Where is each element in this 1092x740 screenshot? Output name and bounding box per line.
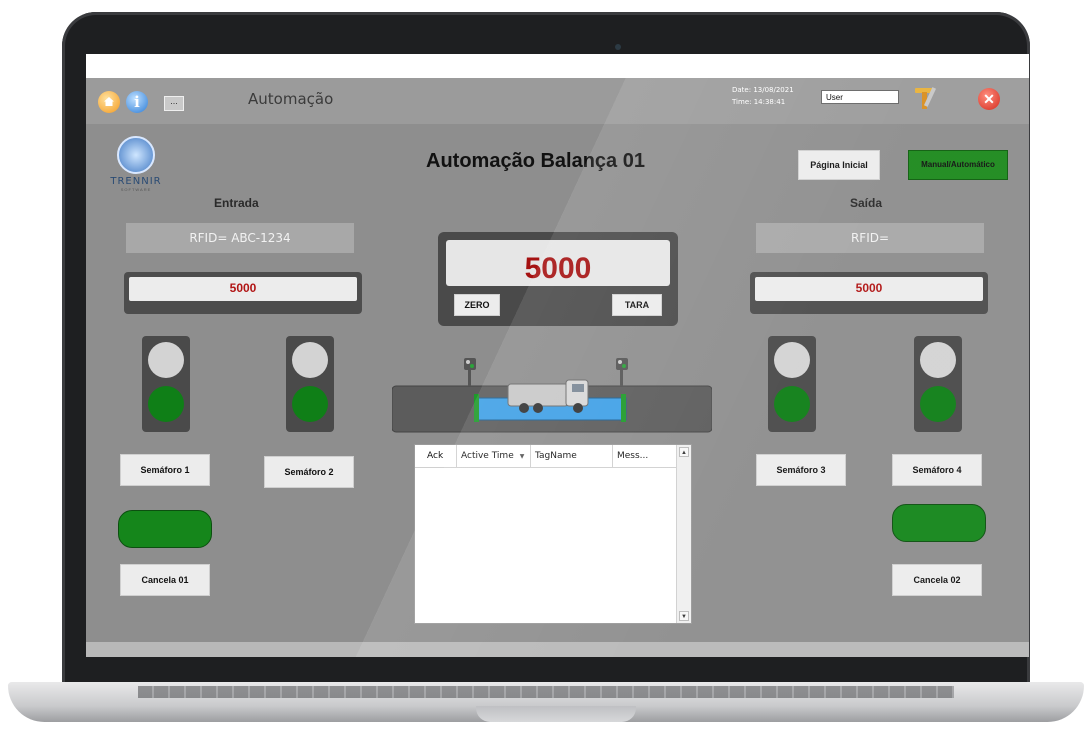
alarm-scrollbar[interactable]: ▲ ▼	[676, 445, 691, 623]
scroll-down-icon[interactable]: ▼	[679, 611, 689, 621]
light-off	[148, 342, 184, 378]
entrada-weight-value: 5000	[129, 277, 357, 301]
truck-scale-scene	[392, 358, 712, 433]
camera	[615, 44, 621, 50]
semaforo-2-button[interactable]: Semáforo 2	[264, 456, 354, 488]
light-off	[292, 342, 328, 378]
alarm-table[interactable]: Ack Active Time ▼ TagName Mess... ▲ ▼	[414, 444, 692, 624]
page-title: Automação Balança 01	[426, 150, 645, 172]
saida-title: Saída	[850, 196, 883, 210]
saida-weight-value: 5000	[755, 277, 983, 301]
entrada-weight-display: 5000	[124, 272, 362, 314]
logo: TRENNIR SOFTWARE	[104, 136, 168, 196]
semaforo-4-button[interactable]: Semáforo 4	[892, 454, 982, 486]
semaforo-3-button[interactable]: Semáforo 3	[756, 454, 846, 486]
column-active-time[interactable]: Active Time ▼	[457, 445, 531, 467]
cancela-02-indicator	[892, 504, 986, 542]
semaforo-1-light	[142, 336, 190, 432]
column-tagname[interactable]: TagName	[531, 445, 613, 467]
tara-button[interactable]: TARA	[612, 294, 662, 316]
light-green	[292, 386, 328, 422]
scale-weight-value: 5000	[446, 240, 670, 286]
cancela-01-button[interactable]: Cancela 01	[120, 564, 210, 596]
saida-rfid: RFID=	[756, 223, 984, 253]
laptop-notch	[476, 706, 636, 722]
time-label: Time: 14:38:41	[732, 98, 786, 106]
cancela-01-indicator	[118, 510, 212, 548]
sort-icon[interactable]: ▼	[520, 453, 525, 460]
home-page-button[interactable]: Página Inicial	[798, 150, 880, 180]
saida-weight-display: 5000	[750, 272, 988, 314]
close-icon[interactable]: ✕	[978, 88, 1000, 110]
semaforo-1-button[interactable]: Semáforo 1	[120, 454, 210, 486]
more-button[interactable]: ...	[164, 96, 184, 111]
footer-bar	[86, 642, 1029, 657]
column-ack[interactable]: Ack	[415, 445, 457, 467]
screen: i ... Automação Date: 13/08/2021 Time: 1…	[86, 54, 1029, 657]
laptop-keyboard-edge	[138, 686, 954, 698]
alarm-table-header: Ack Active Time ▼ TagName Mess...	[415, 445, 677, 468]
logo-subtext: SOFTWARE	[120, 187, 152, 192]
column-active-time-label: Active Time	[461, 451, 514, 461]
semaforo-3-light	[768, 336, 816, 432]
light-green	[148, 386, 184, 422]
zero-button[interactable]: ZERO	[454, 294, 500, 316]
entrada-rfid: RFID= ABC-1234	[126, 223, 354, 253]
entrada-title: Entrada	[214, 196, 259, 210]
semaforo-2-light	[286, 336, 334, 432]
column-message[interactable]: Mess...	[613, 445, 677, 467]
light-green	[920, 386, 956, 422]
light-off	[774, 342, 810, 378]
date-label: Date: 13/08/2021	[732, 86, 794, 94]
light-off	[920, 342, 956, 378]
semaforo-4-light	[914, 336, 962, 432]
mode-toggle-button[interactable]: Manual/Automático	[908, 150, 1008, 180]
light-green	[774, 386, 810, 422]
info-icon[interactable]: i	[126, 91, 148, 113]
tools-icon[interactable]	[912, 84, 938, 112]
logo-text: TRENNIR	[110, 176, 162, 187]
scale-signal-right	[616, 358, 628, 386]
cancela-02-button[interactable]: Cancela 02	[892, 564, 982, 596]
app-title: Automação	[248, 90, 334, 108]
scale-signal-left	[464, 358, 476, 386]
scroll-up-icon[interactable]: ▲	[679, 447, 689, 457]
user-field[interactable]: User	[821, 90, 899, 104]
logo-emblem	[117, 136, 155, 174]
home-icon[interactable]	[98, 91, 120, 113]
